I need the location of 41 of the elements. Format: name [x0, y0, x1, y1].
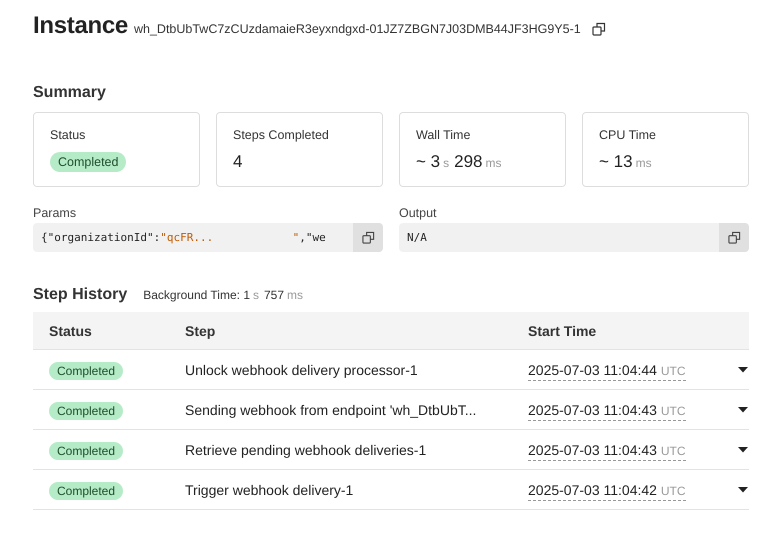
step-name: Retrieve pending webhook deliveries-1 [185, 442, 428, 458]
start-time: 2025-07-03 11:04:44 UTC [528, 362, 686, 380]
status-badge: Completed [49, 482, 124, 500]
caret-icon[interactable] [738, 406, 748, 412]
status-badge: Completed [49, 362, 124, 380]
instance-id: wh_DtbUbTwC7zCUzdamaieR3eyxndgxd-01JZ7ZBGN7J03DMB44JF3HG9Y5-1 [134, 22, 581, 36]
copy-icon [728, 231, 740, 244]
column-header: Step [185, 322, 216, 338]
background-time: Background Time: 1 s 757 ms [143, 288, 304, 302]
column-header: Status [48, 322, 93, 338]
start-time: 2025-07-03 11:04:43 UTC [528, 442, 686, 460]
page-title: Instance [33, 12, 128, 40]
caret-icon[interactable] [738, 486, 748, 492]
status-badge: Completed [49, 442, 124, 460]
params-value: {"organizationId":"qcFR... ","we [40, 230, 327, 246]
card-label: CPU Time [599, 128, 656, 142]
card-label: Steps Completed [233, 128, 329, 142]
caret-icon[interactable] [738, 446, 748, 452]
card-label: Status [50, 128, 86, 142]
status-badge: Completed [50, 152, 126, 172]
copy-button[interactable] [353, 223, 383, 252]
copy-icon [362, 231, 374, 244]
status-badge: Completed [49, 402, 124, 420]
field-label: Output [399, 206, 437, 220]
output-value: N/A [406, 230, 428, 246]
caret-icon[interactable] [738, 366, 748, 372]
field-label: Params [33, 206, 76, 220]
section-title: Step History [33, 286, 128, 304]
copy-icon[interactable] [592, 22, 606, 36]
card-value: ~ 13 ms [599, 152, 653, 172]
copy-button[interactable] [719, 223, 749, 252]
step-name: Trigger webhook delivery-1 [185, 482, 354, 498]
card-value: 4 [233, 152, 242, 172]
step-name: Unlock webhook delivery processor-1 [185, 362, 419, 378]
section-title: Summary [33, 84, 107, 102]
start-time: 2025-07-03 11:04:43 UTC [528, 402, 686, 420]
step-name: Sending webhook from endpoint 'wh_DtbUbT... [185, 402, 478, 418]
card-value: ~ 3 s 298 ms [416, 152, 502, 172]
start-time: 2025-07-03 11:04:42 UTC [528, 482, 686, 500]
card-label: Wall Time [416, 128, 470, 142]
column-header: Start Time [528, 322, 598, 338]
